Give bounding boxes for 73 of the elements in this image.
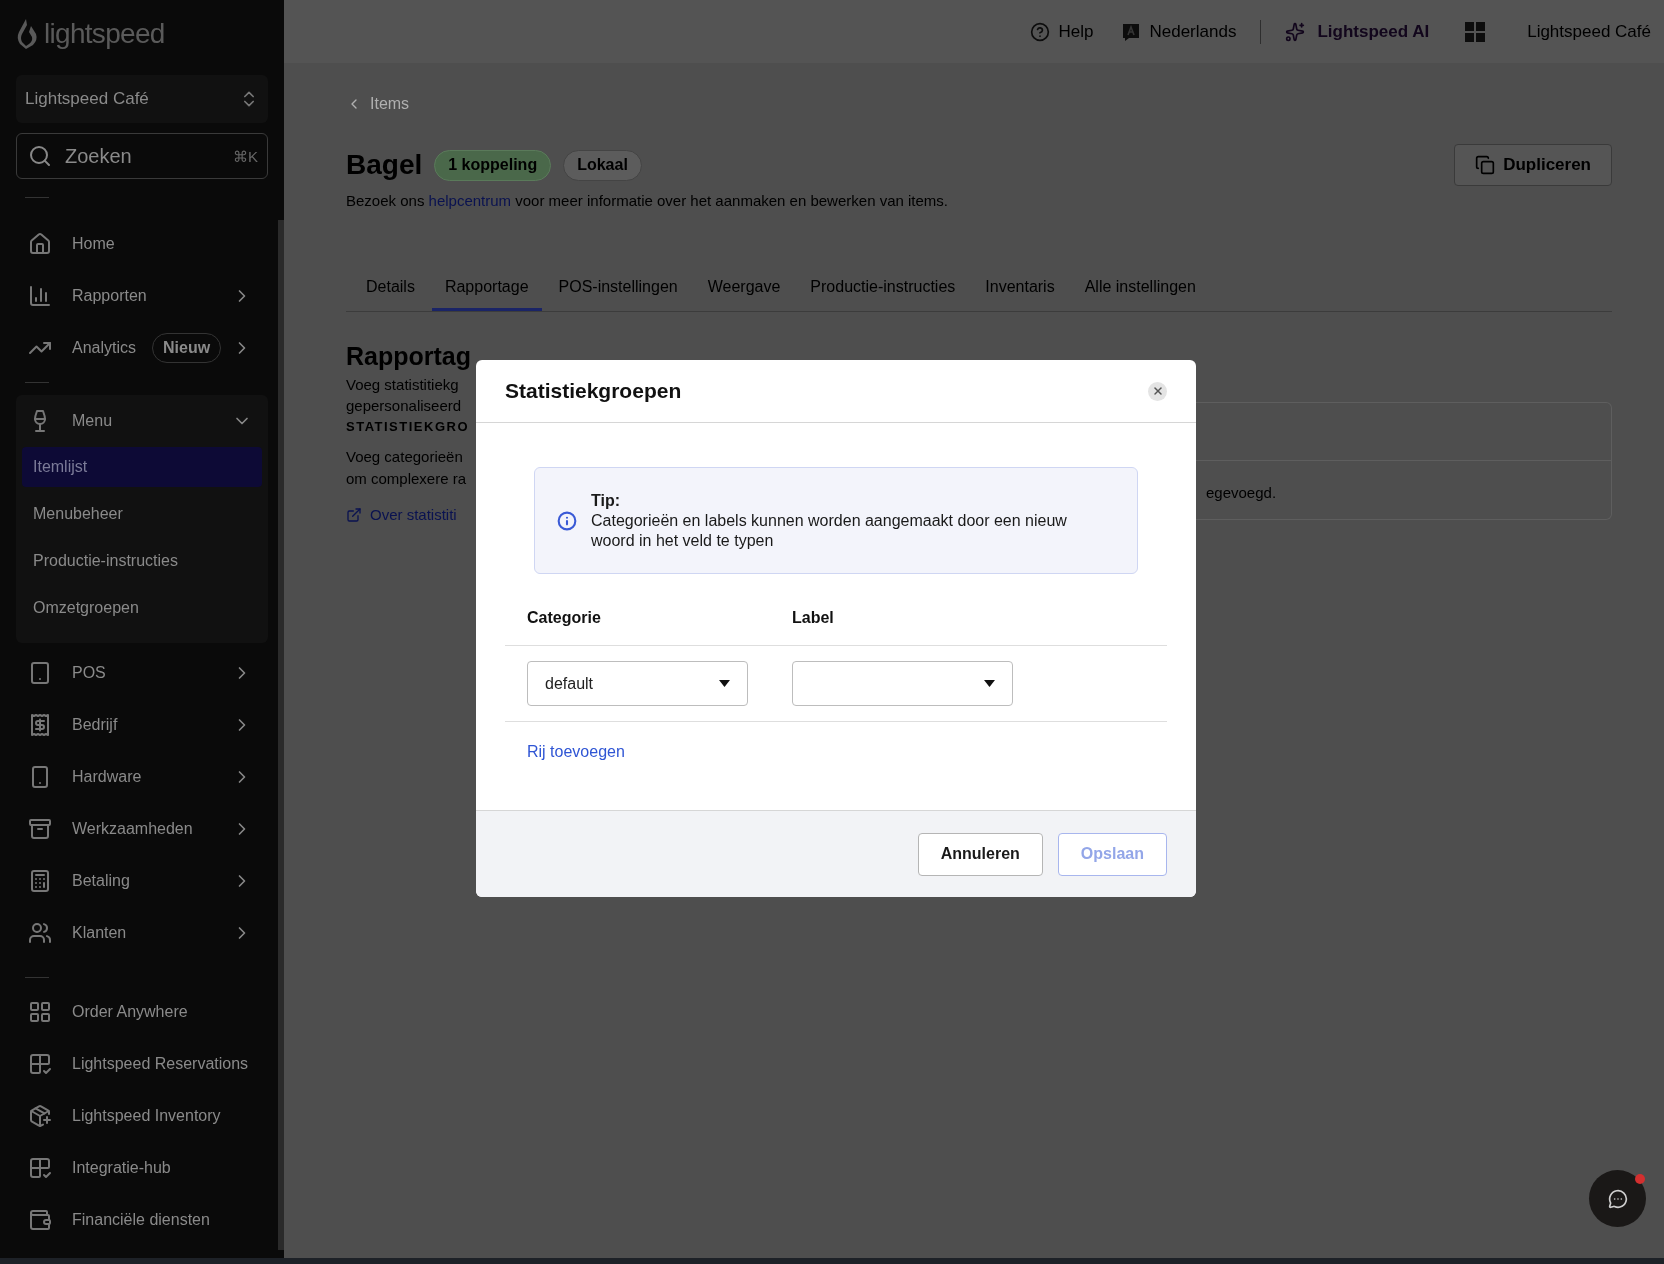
nav-item[interactable]: Financiële diensten bbox=[16, 1202, 268, 1238]
empty-state-text: egevoegd. bbox=[1206, 482, 1278, 503]
calculator-icon bbox=[28, 869, 52, 893]
shortcut-hint: ⌘K bbox=[233, 147, 258, 167]
info-icon bbox=[557, 510, 577, 531]
close-button[interactable] bbox=[1148, 381, 1167, 401]
nav-item[interactable]: Lightspeed Reservations bbox=[16, 1046, 268, 1082]
home-icon bbox=[28, 232, 52, 256]
nav-item[interactable]: Klanten bbox=[16, 915, 268, 951]
submenu-item[interactable]: Productie-instructies bbox=[22, 541, 262, 581]
column-header: Label bbox=[792, 608, 835, 628]
help-icon bbox=[1030, 21, 1051, 42]
close-icon bbox=[1151, 385, 1164, 397]
archive-box-icon bbox=[28, 817, 52, 841]
grid-check-icon bbox=[28, 1156, 52, 1180]
cancel-button[interactable]: Annuleren bbox=[917, 832, 1043, 876]
status-badge: Lokaal bbox=[563, 149, 642, 181]
help-link[interactable]: Help bbox=[1030, 18, 1094, 45]
sparkle-icon bbox=[1285, 21, 1306, 42]
section-text: om complexere ra bbox=[346, 468, 467, 489]
apps-grid-icon[interactable] bbox=[1465, 21, 1486, 42]
page-title: Bagel bbox=[346, 148, 423, 182]
people-icon bbox=[28, 921, 52, 945]
modal-title: Statistiekgroepen bbox=[505, 378, 682, 405]
external-link-icon bbox=[346, 506, 362, 523]
dropdown-caret-icon bbox=[984, 680, 995, 687]
section-heading: Rapportag bbox=[346, 340, 471, 372]
tablet-icon bbox=[28, 661, 52, 685]
section-label: STATISTIEKGRO bbox=[346, 417, 470, 436]
nav-item[interactable]: Betaling bbox=[16, 863, 268, 899]
grid-icon bbox=[28, 1000, 52, 1024]
nav-item[interactable]: Integratie-hub bbox=[16, 1150, 268, 1186]
nav-item[interactable]: Werkzaamheden bbox=[16, 811, 268, 847]
submenu-item[interactable]: Menubeheer bbox=[22, 494, 262, 534]
logo-text: lightspeed bbox=[44, 20, 165, 48]
category-select[interactable]: default bbox=[527, 661, 748, 706]
nav-item[interactable]: Analytics Nieuw bbox=[16, 330, 268, 366]
section-text: gepersonaliseerd bbox=[346, 395, 462, 416]
nav-item[interactable]: Hardware bbox=[16, 759, 268, 795]
chat-button[interactable] bbox=[1589, 1170, 1646, 1227]
receipt-icon bbox=[28, 713, 52, 737]
status-badge: 1 koppeling bbox=[434, 149, 552, 181]
grid-check-icon bbox=[28, 1052, 52, 1076]
tip-title: Tip: bbox=[591, 490, 622, 511]
dropdown-caret-icon bbox=[719, 680, 730, 687]
section-text: Voeg statistitiekg bbox=[346, 374, 459, 395]
nav-item[interactable]: Home bbox=[16, 226, 268, 262]
nav-item[interactable]: Bedrijf bbox=[16, 707, 268, 743]
section-text: Voeg categorieën bbox=[346, 446, 463, 467]
submenu-item[interactable]: Itemlijst bbox=[22, 447, 262, 487]
package-plus-icon bbox=[28, 1104, 52, 1128]
bar-chart-icon bbox=[28, 284, 52, 308]
nav-item[interactable]: Lightspeed Inventory bbox=[16, 1098, 268, 1134]
search-icon bbox=[28, 144, 52, 168]
store-selector[interactable]: Lightspeed Café bbox=[16, 75, 268, 123]
language-selector[interactable]: Nederlands bbox=[1121, 18, 1237, 45]
flame-logo-icon bbox=[16, 18, 40, 50]
add-row-link[interactable]: Rij toevoegen bbox=[527, 740, 625, 764]
account-menu[interactable]: Lightspeed Café bbox=[1527, 18, 1651, 45]
language-icon bbox=[1121, 21, 1142, 42]
nav-item[interactable]: Rapporten bbox=[16, 278, 268, 314]
tip-text: Categorieën en labels kunnen worden aangemaakt door een nieuw woord in het veld te typen bbox=[591, 510, 1068, 551]
breadcrumb-link[interactable]: Items bbox=[346, 92, 1612, 116]
nav-item[interactable]: Order Anywhere bbox=[16, 994, 268, 1030]
submenu-item[interactable]: Omzetgroepen bbox=[22, 588, 262, 628]
help-text: Bezoek ons helpcentrum voor meer informatie over het aanmaken en bewerken van items. bbox=[346, 191, 949, 211]
chat-bubble-icon bbox=[1607, 1188, 1628, 1209]
duplicate-button[interactable]: Dupliceren bbox=[1454, 144, 1612, 186]
nav-item[interactable]: Menu bbox=[16, 403, 268, 439]
copy-icon bbox=[1475, 155, 1496, 175]
wallet-icon bbox=[28, 1208, 52, 1232]
column-header: Categorie bbox=[527, 608, 602, 628]
nav-item[interactable]: POS bbox=[16, 655, 268, 691]
